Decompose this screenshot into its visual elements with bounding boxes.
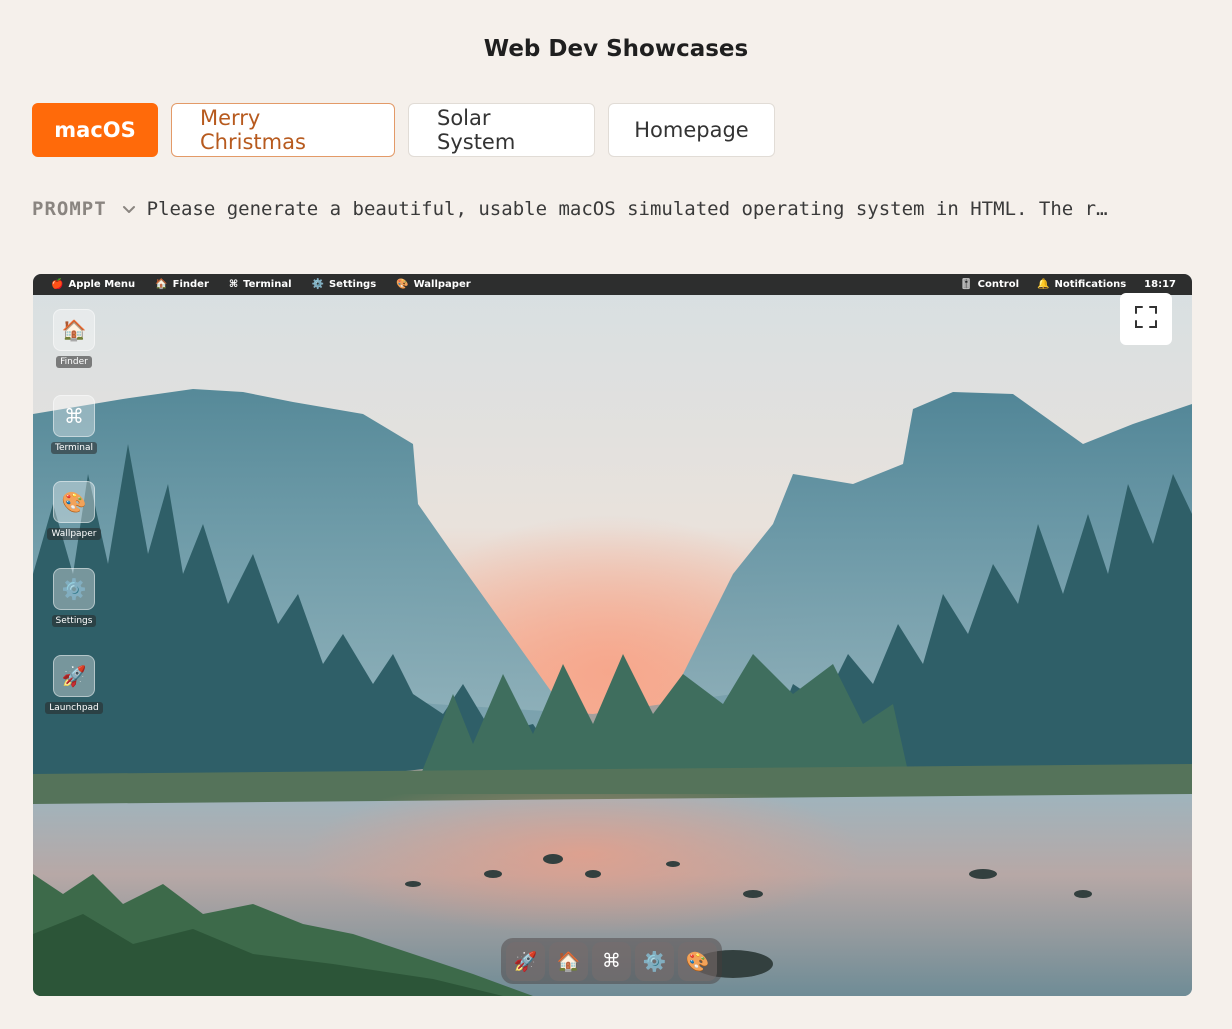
rocket-icon: 🚀	[513, 950, 538, 973]
dock-settings[interactable]: ⚙️	[635, 941, 674, 981]
menu-finder-label: Finder	[172, 279, 209, 290]
desktop-icon-label: Wallpaper	[47, 528, 101, 540]
fullscreen-icon	[1133, 304, 1159, 334]
menu-apple-label: Apple Menu	[68, 279, 136, 290]
menu-terminal[interactable]: ⌘ Terminal	[229, 279, 292, 290]
desktop-icon-settings[interactable]: ⚙️ Settings	[51, 568, 97, 627]
gear-icon: ⚙️	[53, 568, 95, 610]
menu-clock[interactable]: 18:17	[1144, 279, 1176, 290]
dock-finder[interactable]: 🏠	[549, 941, 588, 981]
house-icon: 🏠	[155, 279, 168, 290]
tab-homepage[interactable]: Homepage	[608, 103, 775, 157]
dock: 🚀 🏠 ⌘ ⚙️ 🎨	[501, 938, 722, 984]
house-icon: 🏠	[53, 309, 95, 351]
rocket-icon: 🚀	[53, 655, 95, 697]
menu-control[interactable]: 🎚️ Control	[960, 279, 1019, 290]
command-icon: ⌘	[602, 950, 621, 972]
desktop-icon-label: Terminal	[50, 442, 98, 454]
menu-settings-label: Settings	[328, 279, 377, 290]
menu-finder[interactable]: 🏠 Finder	[155, 279, 209, 290]
desktop-icon-label: Settings	[51, 615, 97, 627]
tab-macos[interactable]: macOS	[32, 103, 158, 157]
landscape-wallpaper	[33, 274, 1192, 996]
apple-icon: 🍎	[51, 279, 64, 290]
menu-notifications[interactable]: 🔔 Notifications	[1037, 279, 1126, 290]
tab-solar-system[interactable]: Solar System	[408, 103, 595, 157]
menu-bar: 🍎 Apple Menu 🏠 Finder ⌘ Terminal ⚙️ Sett…	[33, 274, 1192, 295]
prompt-text: Please generate a beautiful, usable macO…	[146, 198, 1108, 220]
desktop-icon-label: Launchpad	[45, 702, 103, 714]
page-title: Web Dev Showcases	[483, 36, 749, 62]
control-slider-icon: 🎚️	[960, 279, 973, 290]
menu-notifications-label: Notifications	[1054, 279, 1127, 290]
command-icon: ⌘	[228, 279, 239, 290]
dock-launchpad[interactable]: 🚀	[506, 941, 545, 981]
prompt-label: PROMPT	[32, 198, 107, 220]
dock-terminal[interactable]: ⌘	[592, 941, 631, 981]
palette-icon: 🎨	[53, 481, 95, 523]
menu-wallpaper-label: Wallpaper	[413, 279, 471, 290]
chevron-down-icon[interactable]	[119, 199, 139, 219]
command-icon: ⌘	[53, 395, 95, 437]
desktop-icon-terminal[interactable]: ⌘ Terminal	[50, 395, 98, 454]
gear-icon: ⚙️	[311, 279, 324, 290]
menu-wallpaper[interactable]: 🎨 Wallpaper	[396, 279, 471, 290]
bell-icon: 🔔	[1037, 279, 1050, 290]
fullscreen-button[interactable]	[1120, 293, 1172, 345]
menu-terminal-label: Terminal	[243, 279, 292, 290]
dock-wallpaper[interactable]: 🎨	[678, 941, 717, 981]
desktop-icon-finder[interactable]: 🏠 Finder	[51, 309, 97, 368]
gear-icon: ⚙️	[642, 950, 667, 973]
menu-apple[interactable]: 🍎 Apple Menu	[51, 279, 135, 290]
palette-icon: 🎨	[396, 279, 409, 290]
desktop-icon-label: Finder	[56, 356, 92, 368]
desktop-icon-launchpad[interactable]: 🚀 Launchpad	[45, 655, 103, 714]
macos-desktop-preview: 🍎 Apple Menu 🏠 Finder ⌘ Terminal ⚙️ Sett…	[33, 274, 1192, 996]
house-icon: 🏠	[556, 950, 581, 973]
tab-merry-christmas[interactable]: Merry Christmas	[171, 103, 395, 157]
desktop-icon-wallpaper[interactable]: 🎨 Wallpaper	[47, 481, 101, 540]
palette-icon: 🎨	[685, 950, 710, 973]
showcase-tabs: macOS Merry Christmas Solar System Homep…	[32, 103, 775, 157]
menu-settings[interactable]: ⚙️ Settings	[312, 279, 377, 290]
menu-control-label: Control	[977, 279, 1020, 290]
prompt-row[interactable]: PROMPT Please generate a beautiful, usab…	[32, 198, 1192, 220]
